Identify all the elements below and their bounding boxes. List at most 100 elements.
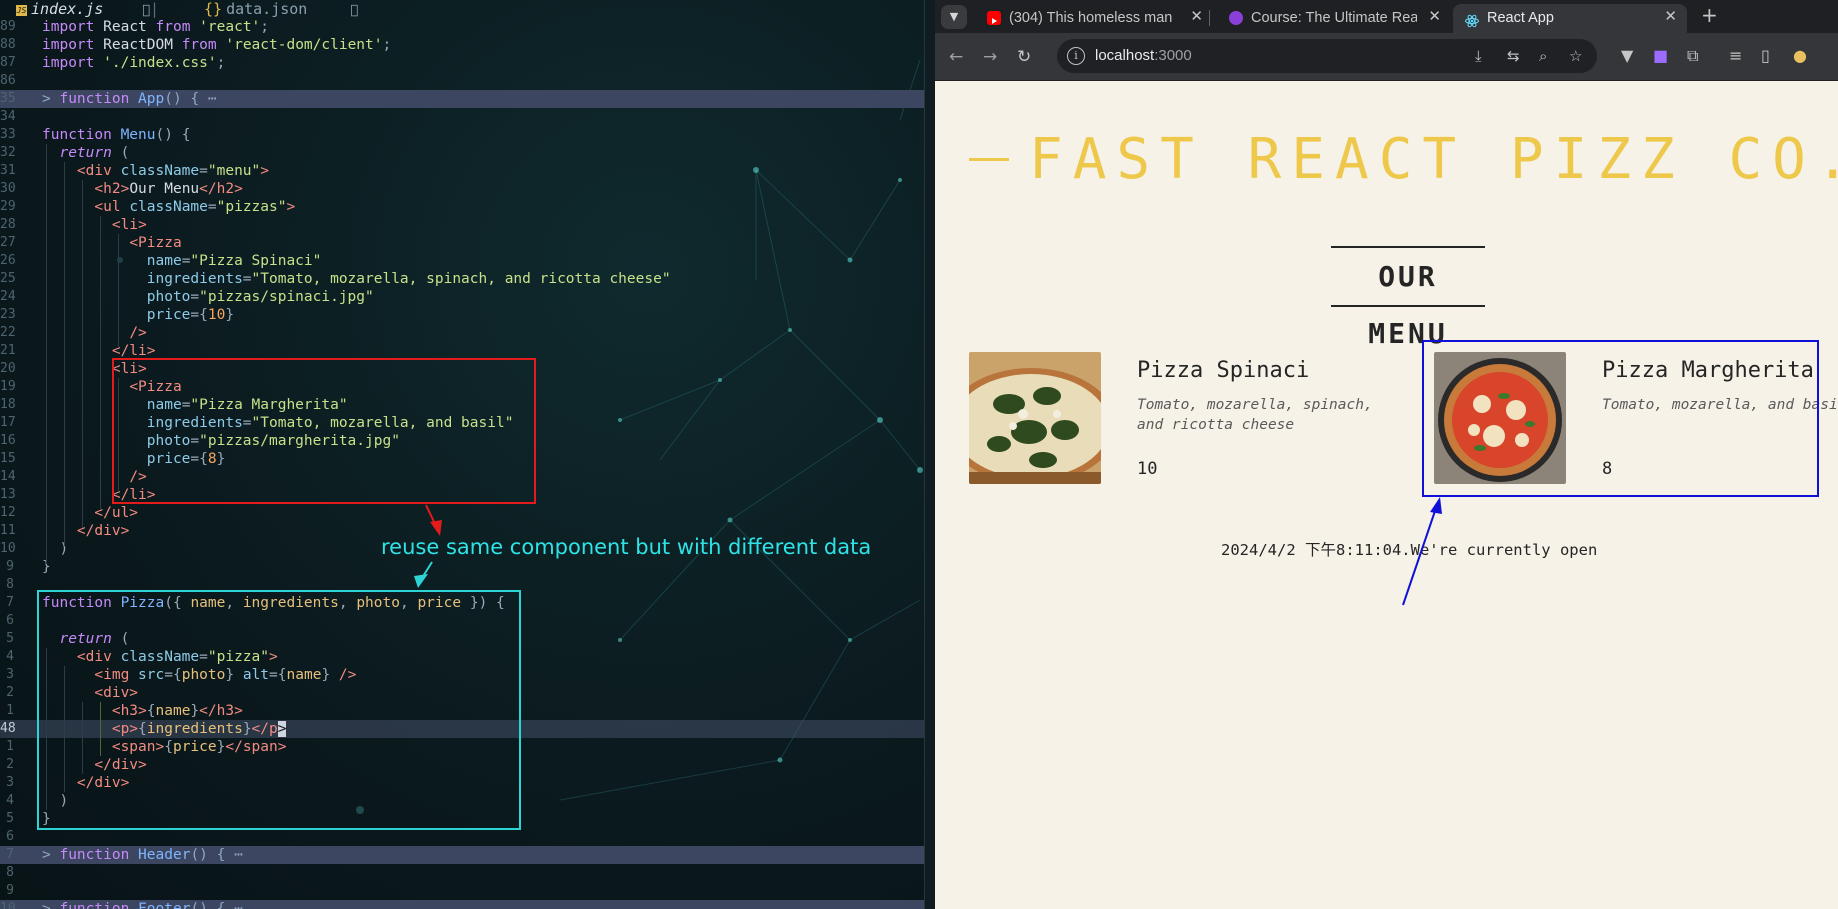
site-info-icon[interactable]: i: [1067, 47, 1085, 65]
code-text[interactable]: import React from 'react';: [42, 18, 269, 36]
code-text[interactable]: import ReactDOM from 'react-dom/client';: [42, 36, 391, 54]
line-number: 27: [0, 235, 16, 250]
annotation-text: reuse same component but with different …: [381, 535, 872, 559]
code-line[interactable]: 6: [0, 828, 924, 846]
translate-icon[interactable]: ⇆: [1507, 47, 1520, 65]
line-number: 18: [0, 397, 16, 412]
code-line[interactable]: 26 name="Pizza Spinaci": [0, 252, 924, 270]
browser-tab-course[interactable]: Course: The Ultimate Rea ✕: [1217, 4, 1451, 33]
line-number: 87: [0, 55, 16, 70]
code-text[interactable]: />: [42, 324, 146, 342]
line-number: 16: [0, 433, 16, 448]
code-line[interactable]: 88 import ReactDOM from 'react-dom/client…: [0, 36, 924, 54]
line-number: 4: [6, 793, 14, 808]
profile-avatar[interactable]: ●: [1793, 46, 1807, 65]
close-icon[interactable]: ✕: [1190, 4, 1203, 30]
folded-code-line[interactable]: 7 > function Header() { ⋯: [0, 846, 924, 864]
code-text[interactable]: </ul>: [42, 504, 138, 522]
pizza-card-spinaci: Pizza Spinaci Tomato, mozarella, spinach…: [969, 352, 1389, 484]
browser-tab-youtube[interactable]: (304) This homeless man ✕: [975, 4, 1213, 33]
media-control-icon[interactable]: ≡: [1729, 46, 1742, 65]
code-line[interactable]: 23 price={10}: [0, 306, 924, 324]
line-number: 34: [0, 109, 16, 124]
code-line[interactable]: 28 <li>: [0, 216, 924, 234]
line-number: 19: [0, 379, 16, 394]
code-text[interactable]: function Menu() {: [42, 126, 190, 144]
address-bar[interactable]: i localhost:3000 ⤓ ⇆ ⌕ ☆: [1057, 39, 1597, 73]
code-text[interactable]: <ul className="pizzas">: [42, 198, 295, 216]
code-text[interactable]: <div className="menu">: [42, 162, 269, 180]
new-tab-plus-icon[interactable]: +: [1701, 3, 1718, 27]
line-number: 15: [0, 451, 16, 466]
folded-code-line[interactable]: 35 > function App() { ⋯: [0, 90, 924, 108]
code-text[interactable]: photo="pizzas/spinaci.jpg": [42, 288, 374, 306]
extension-purple-icon[interactable]: ■: [1653, 46, 1668, 65]
line-number: 9: [6, 559, 14, 574]
code-line[interactable]: 12 </ul>: [0, 504, 924, 522]
code-line[interactable]: 22 />: [0, 324, 924, 342]
line-number: 17: [0, 415, 16, 430]
side-panel-icon[interactable]: ▯: [1761, 46, 1770, 65]
line-number: 2: [6, 685, 14, 700]
code-line[interactable]: 9: [0, 882, 924, 900]
code-line[interactable]: 86: [0, 72, 924, 90]
folded-code-line[interactable]: 10 > function Footer() { ⋯: [0, 900, 924, 909]
forward-arrow-icon[interactable]: →: [983, 47, 997, 67]
install-app-icon[interactable]: ⤓: [1475, 47, 1482, 65]
code-line[interactable]: 89 import React from 'react';: [0, 18, 924, 36]
code-text[interactable]: > function App() { ⋯: [42, 90, 217, 108]
code-line[interactable]: 8: [0, 864, 924, 882]
line-number: 5: [6, 631, 14, 646]
code-text[interactable]: </div>: [42, 522, 129, 540]
code-text[interactable]: <li>: [42, 216, 147, 234]
line-number: 7: [6, 595, 14, 610]
code-text[interactable]: <Pizza: [42, 234, 181, 252]
code-line[interactable]: 30 <h2>Our Menu</h2>: [0, 180, 924, 198]
bookmark-star-icon[interactable]: ☆: [1569, 47, 1582, 65]
pizza-ingredients: Tomato, mozarella, spinach, and ricotta …: [1137, 397, 1373, 433]
line-number: 32: [0, 145, 16, 160]
indent-guide: [46, 144, 47, 564]
reload-icon[interactable]: ↻: [1017, 47, 1031, 67]
line-number: 86: [0, 73, 16, 88]
code-text[interactable]: ingredients="Tomato, mozarella, spinach,…: [42, 270, 671, 288]
line-number: 4: [6, 649, 14, 664]
code-text[interactable]: name="Pizza Spinaci": [42, 252, 322, 270]
close-icon[interactable]: ✕: [1664, 4, 1677, 30]
code-line[interactable]: 34: [0, 108, 924, 126]
line-number: 35: [0, 91, 16, 106]
code-text[interactable]: import './index.css';: [42, 54, 225, 72]
code-text[interactable]: > function Header() { ⋯: [42, 846, 243, 864]
code-text[interactable]: return (: [42, 144, 129, 162]
code-line[interactable]: 29 <ul className="pizzas">: [0, 198, 924, 216]
code-line[interactable]: 87 import './index.css';: [0, 54, 924, 72]
code-text[interactable]: > function Footer() { ⋯: [42, 900, 243, 909]
line-number: 88: [0, 37, 16, 52]
line-number: 3: [6, 667, 14, 682]
extensions-puzzle-icon[interactable]: ⧉: [1687, 46, 1698, 66]
extension-vue-icon[interactable]: ▼: [1621, 46, 1633, 65]
editor-tab-index-js[interactable]: JS index.js 󰚩: [16, 0, 150, 18]
zoom-icon[interactable]: ⌕: [1539, 47, 1547, 65]
line-number: 20: [0, 361, 16, 376]
code-line[interactable]: 27 <Pizza: [0, 234, 924, 252]
code-line[interactable]: 33 function Menu() {: [0, 126, 924, 144]
tab-search-chevron-icon[interactable]: ▼: [941, 5, 967, 29]
code-line[interactable]: 25 ingredients="Tomato, mozarella, spina…: [0, 270, 924, 288]
menu-title: OUR MENU: [1331, 246, 1485, 350]
code-text[interactable]: <h2>Our Menu</h2>: [42, 180, 242, 198]
header-dash-left: [969, 158, 1009, 162]
close-icon[interactable]: ✕: [1428, 4, 1441, 30]
line-number: 13: [0, 487, 16, 502]
code-line[interactable]: 31 <div className="menu">: [0, 162, 924, 180]
code-line[interactable]: 24 photo="pizzas/spinaci.jpg": [0, 288, 924, 306]
back-arrow-icon[interactable]: ←: [949, 47, 963, 67]
editor-tab-data-json[interactable]: {} data.json 󰚩: [204, 0, 358, 18]
line-number: 1: [6, 703, 14, 718]
browser-tab-react-app[interactable]: React App ✕: [1453, 4, 1687, 33]
pane-divider[interactable]: [924, 0, 935, 909]
code-line[interactable]: 32 return (: [0, 144, 924, 162]
code-line[interactable]: 9}: [0, 558, 924, 576]
code-text[interactable]: price={10}: [42, 306, 234, 324]
line-number: 31: [0, 163, 16, 178]
